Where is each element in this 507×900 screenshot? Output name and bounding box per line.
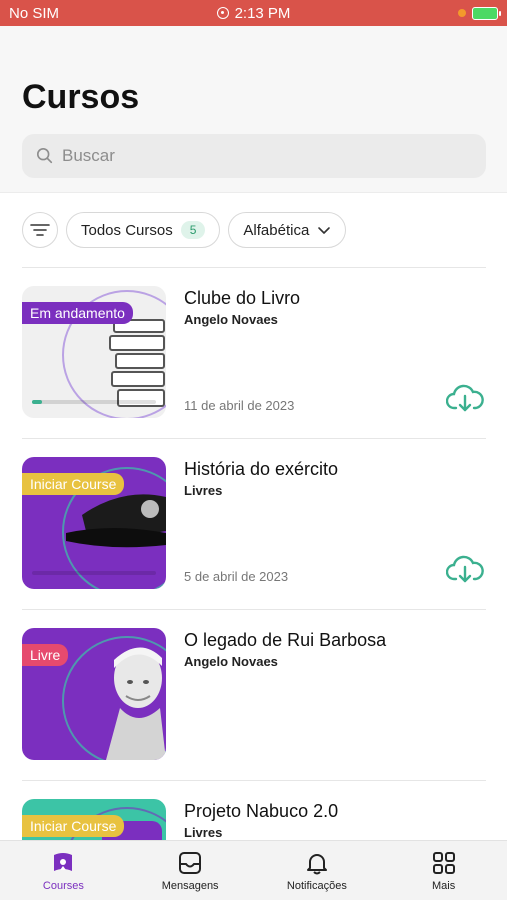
battery-icon	[472, 6, 501, 20]
divider	[22, 438, 486, 439]
tab-label: Mais	[432, 879, 456, 892]
tab-label: Mensagens	[161, 879, 219, 892]
tab-more[interactable]: Mais	[380, 841, 507, 900]
search-icon	[36, 147, 53, 164]
tab-notifications[interactable]: Notificações	[254, 841, 381, 900]
status-time: 2:13 PM	[0, 5, 507, 22]
filter-button[interactable]	[22, 212, 58, 248]
course-thumbnail: Iniciar Course	[22, 457, 166, 589]
tab-label: Notificações	[286, 879, 347, 892]
books-image	[109, 319, 165, 407]
cloud-download-icon[interactable]	[446, 555, 484, 585]
course-author: Livres	[184, 825, 223, 840]
chevron-down-icon	[318, 227, 331, 234]
all-courses-chip[interactable]: Todos Cursos 5	[66, 212, 221, 248]
course-author: Angelo Novaes	[184, 654, 278, 669]
status-tag: Em andamento	[22, 302, 133, 324]
divider	[22, 780, 486, 781]
sort-dropdown[interactable]: Alfabética	[228, 212, 347, 248]
tab-label: Courses	[42, 879, 84, 892]
header: Cursos	[0, 26, 507, 193]
all-courses-label: Todos Cursos	[81, 221, 173, 239]
course-title: O legado de Rui Barbosa	[184, 630, 387, 650]
course-title: História do exército	[184, 459, 339, 479]
progress-bar	[32, 571, 156, 575]
course-count-badge: 5	[180, 221, 206, 239]
status-tag: Livre	[22, 644, 69, 666]
grid-icon	[432, 851, 455, 874]
sort-label: Alfabética	[243, 221, 310, 239]
cloud-download-icon[interactable]	[446, 384, 484, 414]
course-title: Projeto Nabuco 2.0	[184, 801, 339, 821]
military-cap-image	[66, 494, 166, 548]
status-bar: No SIM 2:13 PM	[0, 0, 507, 26]
inbox-icon	[179, 851, 202, 874]
time-label: 2:13 PM	[234, 4, 291, 22]
alarm-icon	[216, 7, 229, 19]
divider	[22, 267, 486, 268]
course-author: Livres	[184, 483, 223, 498]
tab-bar: Courses Mensagens Notificações Mais	[0, 840, 507, 900]
filter-row: Todos Cursos 5 Alfabética	[22, 212, 347, 248]
course-date: 11 de abril de 2023	[184, 398, 295, 413]
status-tag: Iniciar Course	[22, 473, 125, 495]
course-item[interactable]: Em andamento Clube do Livro Angelo Novae…	[22, 286, 486, 418]
course-author: Angelo Novaes	[184, 312, 278, 327]
progress-bar	[32, 400, 156, 404]
course-thumbnail: Livre	[22, 628, 166, 760]
bell-icon	[306, 853, 327, 874]
course-date: 5 de abril de 2023	[184, 569, 289, 584]
courses-icon	[54, 852, 73, 871]
course-item[interactable]: Livre O legado de Rui Barbosa Angelo Nov…	[22, 628, 486, 760]
course-thumbnail: Em andamento	[22, 286, 166, 418]
filter-icon	[30, 224, 50, 236]
course-item[interactable]: Iniciar Course História do exército Livr…	[22, 457, 486, 589]
tab-courses[interactable]: Courses	[0, 841, 127, 900]
tab-messages[interactable]: Mensagens	[127, 841, 254, 900]
search-input[interactable]	[62, 146, 462, 166]
course-title: Clube do Livro	[184, 288, 301, 308]
status-tag: Iniciar Course	[22, 815, 125, 837]
page-title: Cursos	[22, 78, 140, 116]
divider	[22, 609, 486, 610]
portrait-image	[106, 647, 166, 760]
search-bar[interactable]	[22, 134, 486, 178]
